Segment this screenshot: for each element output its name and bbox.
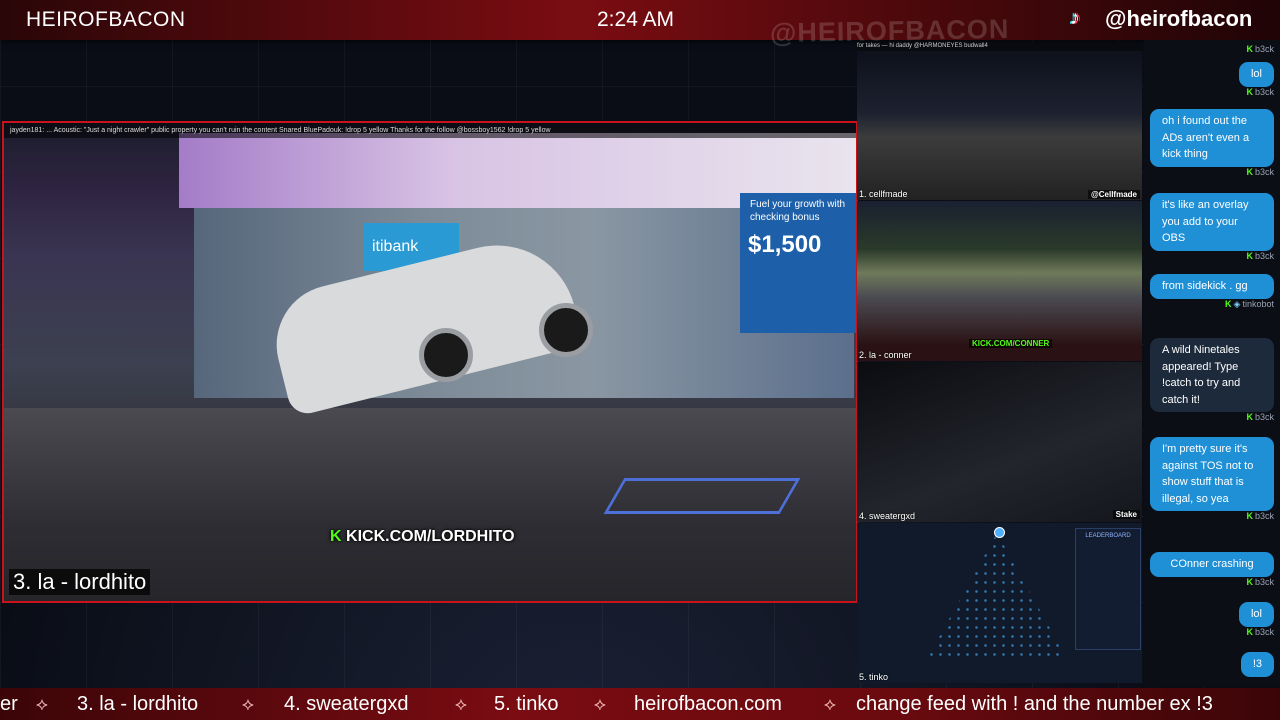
plinko-ball: [994, 527, 1005, 538]
bot-badge-icon: ◈: [1233, 298, 1241, 309]
chat-message: it's like an overlay you add to your OBS…: [1150, 193, 1274, 263]
plinko-board: [927, 533, 1067, 659]
kick-icon: K: [1246, 412, 1253, 422]
car-wheel: [539, 303, 593, 357]
chat-username-text: b3ck: [1254, 576, 1274, 587]
ad-text-1: Fuel your growth with: [750, 199, 846, 210]
chat-username: K ◈ tinkobot: [1150, 299, 1274, 311]
leaderboard-title: LEADERBOARD: [1085, 533, 1131, 539]
side-feed-label: 2. la - conner: [859, 350, 912, 360]
kick-icon: K: [1225, 298, 1232, 309]
side-feed-tag: KICK.COM/CONNER: [969, 339, 1053, 348]
header-bar: HEIROFBACON 2:24 AM ♪ @heirofbacon: [0, 0, 1280, 40]
chat-overlay: jayden181: ... Acoustic: "Just a night c…: [4, 123, 856, 138]
chat-username-text: b3ck: [1254, 626, 1274, 637]
chat-username-text: tinkobot: [1242, 298, 1274, 309]
side-feed-1[interactable]: for takes — hi daddy @HARMONEYES budwall…: [857, 42, 1142, 200]
ticker-item: 4. sweatergxd: [284, 693, 409, 715]
chat-message: oh i found out the ADs aren't even a kic…: [1150, 109, 1274, 179]
kick-icon: K: [1246, 250, 1253, 261]
chat-message: I'm pretty sure it's against TOS not to …: [1150, 437, 1274, 523]
chat-username: Kb3ck: [1150, 44, 1274, 56]
chat-bubble: A wild Ninetales appeared! Type !catch t…: [1150, 338, 1274, 412]
brand-title: HEIROFBACON: [26, 8, 186, 31]
chat-bubble: !3: [1240, 652, 1274, 677]
ticker-item: change feed with ! and the number ex !3: [856, 693, 1213, 715]
chat-username: Kb3ck: [1150, 511, 1274, 523]
side-feed-tag: Stake: [1112, 510, 1140, 519]
main-video-feed[interactable]: itibank Fuel your growth with checking b…: [2, 121, 858, 603]
side-feed-label: 1. cellfmade: [859, 189, 908, 199]
side-feed-2[interactable]: KICK.COM/CONNER 2. la - conner: [857, 201, 1142, 361]
chat-message: COnner crashing Kb3ck: [1150, 552, 1274, 589]
chat-bubble: lol: [1238, 602, 1274, 627]
side-feed-3[interactable]: Stake 4. sweatergxd: [857, 362, 1142, 522]
side-feed-label: 4. sweatergxd: [859, 511, 916, 521]
chat-username-text: b3ck: [1254, 86, 1274, 97]
separator-icon: ⟡: [455, 694, 467, 714]
chat-username: Kb3ck: [1150, 87, 1274, 99]
side-feed-label: 5. tinko: [859, 672, 889, 682]
kick-icon: K: [1246, 511, 1253, 521]
ticker-item: er: [0, 693, 18, 715]
kick-icon: K: [1246, 44, 1253, 54]
ticker-item: 5. tinko: [494, 693, 559, 715]
separator-icon: ⟡: [36, 694, 48, 714]
chat-username: Kb3ck: [1150, 412, 1274, 424]
kick-tag: K KICK.COM/LORDHITO: [330, 528, 515, 546]
chat-bubble: I'm pretty sure it's against TOS not to …: [1150, 437, 1274, 511]
side-chat-overlay: for takes — hi daddy @HARMONEYES budwall…: [857, 42, 1142, 51]
chat-bubble: COnner crashing: [1150, 552, 1274, 577]
chat-username: Kb3ck: [1150, 251, 1274, 263]
kick-icon: K: [1246, 626, 1253, 637]
chat-panel[interactable]: Kb3ck lol Kb3ck oh i found out the ADs a…: [1144, 40, 1280, 686]
chat-username-text: b3ck: [1254, 511, 1274, 521]
chat-username-text: b3ck: [1254, 166, 1274, 177]
chat-username-text: b3ck: [1254, 412, 1274, 422]
clock: 2:24 AM: [597, 8, 675, 31]
kick-url: KICK.COM/LORDHITO: [346, 528, 515, 545]
kick-icon: K: [330, 528, 342, 545]
separator-icon: ⟡: [242, 694, 254, 714]
chat-message: A wild Ninetales appeared! Type !catch t…: [1150, 338, 1274, 424]
chat-bubble: it's like an overlay you add to your OBS: [1150, 193, 1274, 251]
chat-bubble: from sidekick . gg: [1150, 274, 1274, 299]
leaderboard: LEADERBOARD: [1075, 528, 1141, 650]
chat-bubble: lol: [1238, 62, 1274, 87]
chat-message: !3: [1150, 652, 1274, 677]
kick-icon: K: [1246, 86, 1253, 97]
chat-username: Kb3ck: [1150, 167, 1274, 179]
ad-text-2: checking bonus: [750, 212, 820, 223]
ticker-item: 3. la - lordhito: [77, 693, 199, 715]
ticker-item: heirofbacon.com: [634, 693, 782, 715]
main-feed-label: 3. la - lordhito: [9, 569, 151, 595]
separator-icon: ⟡: [594, 694, 606, 714]
handicap-marking: [603, 478, 801, 514]
separator-icon: ⟡: [824, 694, 836, 714]
chat-username: Kb3ck: [1150, 577, 1274, 589]
social-handle: @heirofbacon: [1105, 6, 1253, 31]
kick-icon: K: [1246, 576, 1253, 587]
chat-message: lol Kb3ck: [1150, 602, 1274, 639]
side-feed-tag: @Cellfmade: [1087, 190, 1140, 199]
chat-username: Kb3ck: [1150, 627, 1274, 639]
ad-price: $1,500: [748, 231, 822, 258]
car-wheel: [419, 328, 473, 382]
side-feed-4[interactable]: LEADERBOARD 5. tinko: [857, 523, 1142, 683]
chat-message: lol Kb3ck: [1150, 62, 1274, 99]
chat-username-text: b3ck: [1254, 44, 1274, 54]
chat-message: Kb3ck: [1150, 44, 1274, 56]
chat-bubble: oh i found out the ADs aren't even a kic…: [1150, 109, 1274, 167]
kick-icon: K: [1246, 166, 1253, 177]
chat-username-text: b3ck: [1254, 250, 1274, 261]
tiktok-icon: ♪: [1070, 7, 1080, 29]
ticker-bar: er ⟡ 3. la - lordhito ⟡ 4. sweatergxd ⟡ …: [0, 688, 1280, 720]
chat-message: from sidekick . gg K ◈ tinkobot: [1150, 274, 1274, 311]
